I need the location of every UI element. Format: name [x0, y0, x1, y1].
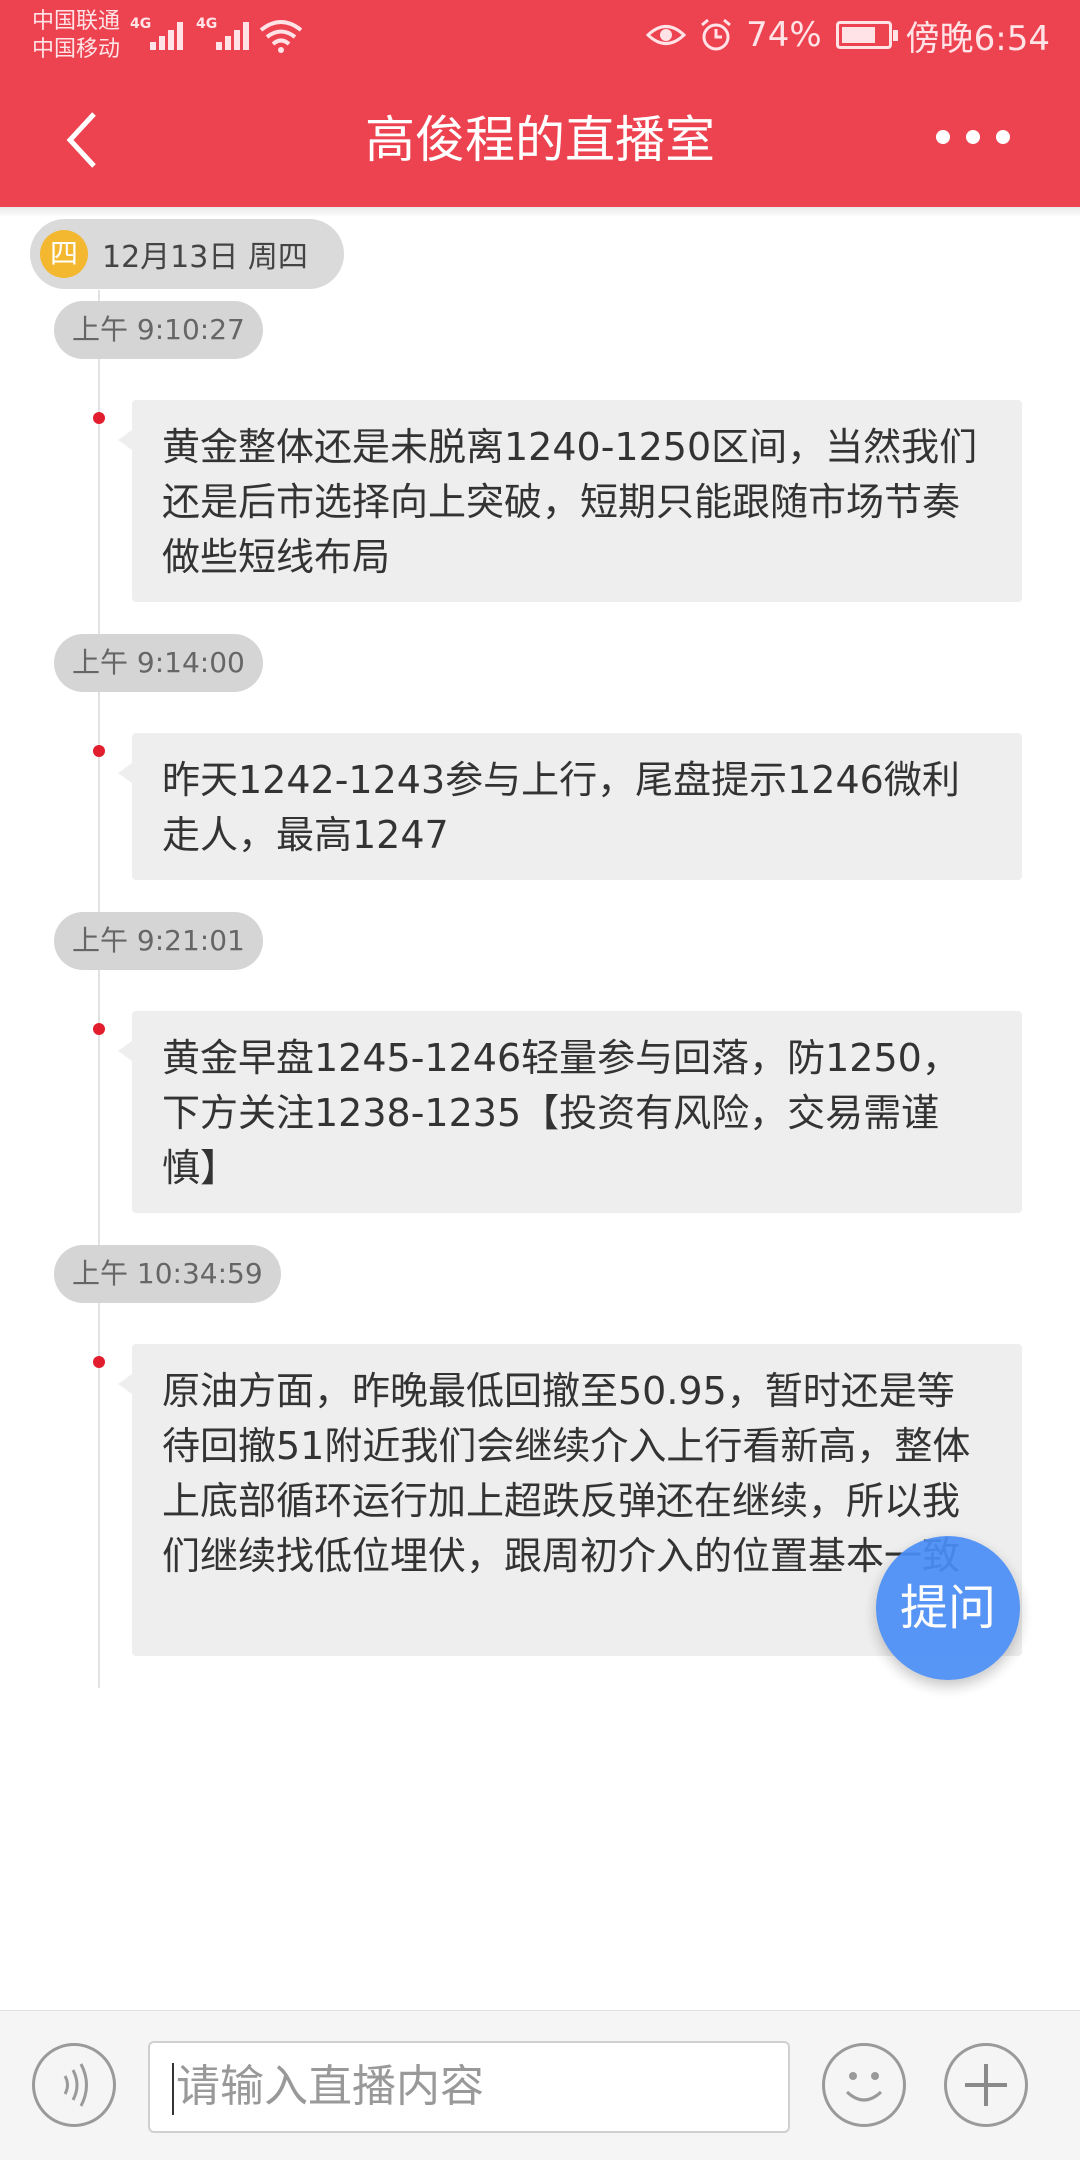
timeline-dot	[93, 745, 105, 757]
status-right: 74% 傍晚6:54	[646, 12, 1050, 59]
input-placeholder: 请输入直播内容	[176, 2061, 484, 2112]
battery-icon	[835, 21, 898, 49]
message-time: 上午 9:14:00	[54, 634, 263, 692]
carrier-info: 中国联通 中国移动	[32, 8, 120, 64]
message-time: 上午 10:34:59	[54, 1245, 281, 1303]
voice-button[interactable]	[32, 2043, 116, 2127]
weekday-badge: 四	[40, 230, 88, 278]
alarm-icon	[701, 18, 732, 51]
plus-icon	[965, 2064, 1007, 2106]
timeline-dot	[93, 412, 105, 424]
clock: 傍晚6:54	[905, 18, 1050, 59]
message-input[interactable]: 请输入直播内容	[148, 2041, 790, 2133]
timeline-dot	[93, 1023, 105, 1035]
page-title: 高俊程的直播室	[365, 111, 715, 169]
header-shadow	[0, 207, 1080, 217]
plus-button[interactable]	[944, 2043, 1028, 2127]
wifi-icon	[259, 20, 303, 53]
signal-icon: 4G	[130, 16, 190, 52]
message-time: 上午 9:21:01	[54, 912, 263, 970]
emoji-button[interactable]	[822, 2043, 906, 2127]
message-bubble[interactable]: 黄金早盘1245-1246轻量参与回落，防1250，下方关注1238-1235【…	[118, 1011, 1022, 1213]
date-chip: 四 12月13日 周四	[30, 219, 344, 289]
signal-icon-2: 4G	[196, 16, 256, 52]
text-caret	[172, 2063, 174, 2115]
eye-icon	[646, 25, 687, 45]
status-bar: 中国联通 中国移动 4G 4G 74% 傍晚6:54	[0, 0, 1080, 70]
date-text: 12月13日 周四	[102, 240, 308, 275]
carrier-2: 中国移动	[32, 37, 121, 62]
message-time: 上午 9:10:27	[54, 301, 263, 359]
emoji-icon	[845, 2072, 883, 2102]
message-bubble[interactable]: 昨天1242-1243参与上行，尾盘提示1246微利走人，最高1247	[118, 733, 1022, 880]
timeline-line	[98, 290, 100, 1688]
top-bar: 中国联通 中国移动 4G 4G 74% 傍晚6:54 高俊程的直播室	[0, 0, 1080, 207]
voice-icon	[63, 2063, 88, 2107]
carrier-1: 中国联通	[32, 9, 121, 34]
more-dots-icon[interactable]	[936, 130, 1010, 144]
timeline-dot	[93, 1356, 105, 1368]
message-bubble[interactable]: 黄金整体还是未脱离1240-1250区间，当然我们还是后市选择向上突破，短期只能…	[118, 400, 1022, 602]
battery-percent: 74%	[746, 15, 822, 55]
input-bar: 请输入直播内容	[0, 2010, 1080, 2160]
header: 高俊程的直播室	[0, 70, 1080, 207]
ask-question-button[interactable]: 提问	[876, 1536, 1020, 1680]
